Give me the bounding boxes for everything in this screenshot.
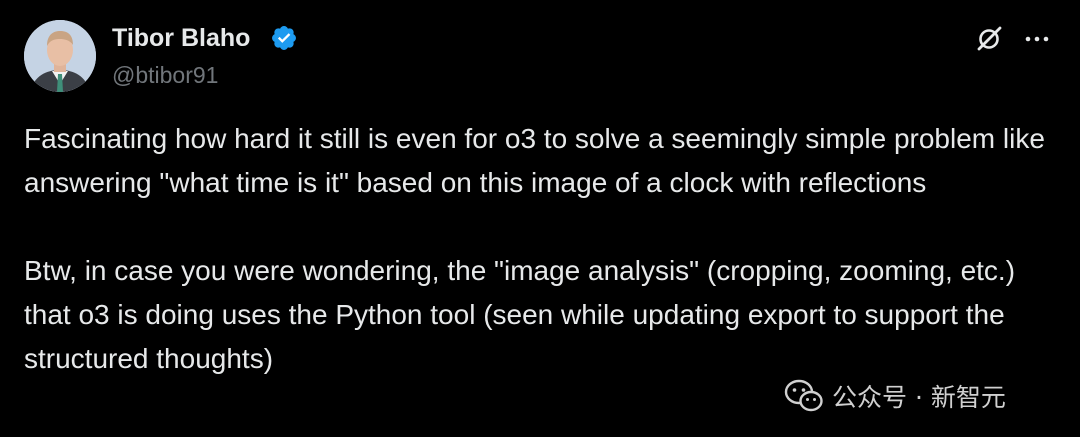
tweet-paragraph: Fascinating how hard it still is even fo… <box>24 123 1045 198</box>
watermark-text: 公众号 · 新智元 <box>832 383 1006 412</box>
more-options-icon[interactable] <box>1022 28 1052 50</box>
avatar[interactable] <box>24 20 96 92</box>
grok-icon[interactable] <box>974 24 1004 54</box>
avatar-portrait-image <box>24 20 96 92</box>
author-handle[interactable]: @btibor91 <box>112 60 218 90</box>
tweet-paragraph: Btw, in case you were wondering, the "im… <box>24 255 1016 374</box>
verified-badge-icon <box>272 26 296 50</box>
wechat-watermark: 公众号 · 新智元 <box>784 376 1006 416</box>
tweet-text: Fascinating how hard it still is even fo… <box>24 117 1060 381</box>
wechat-icon <box>784 379 823 412</box>
author-name[interactable]: Tibor Blaho <box>112 22 250 54</box>
